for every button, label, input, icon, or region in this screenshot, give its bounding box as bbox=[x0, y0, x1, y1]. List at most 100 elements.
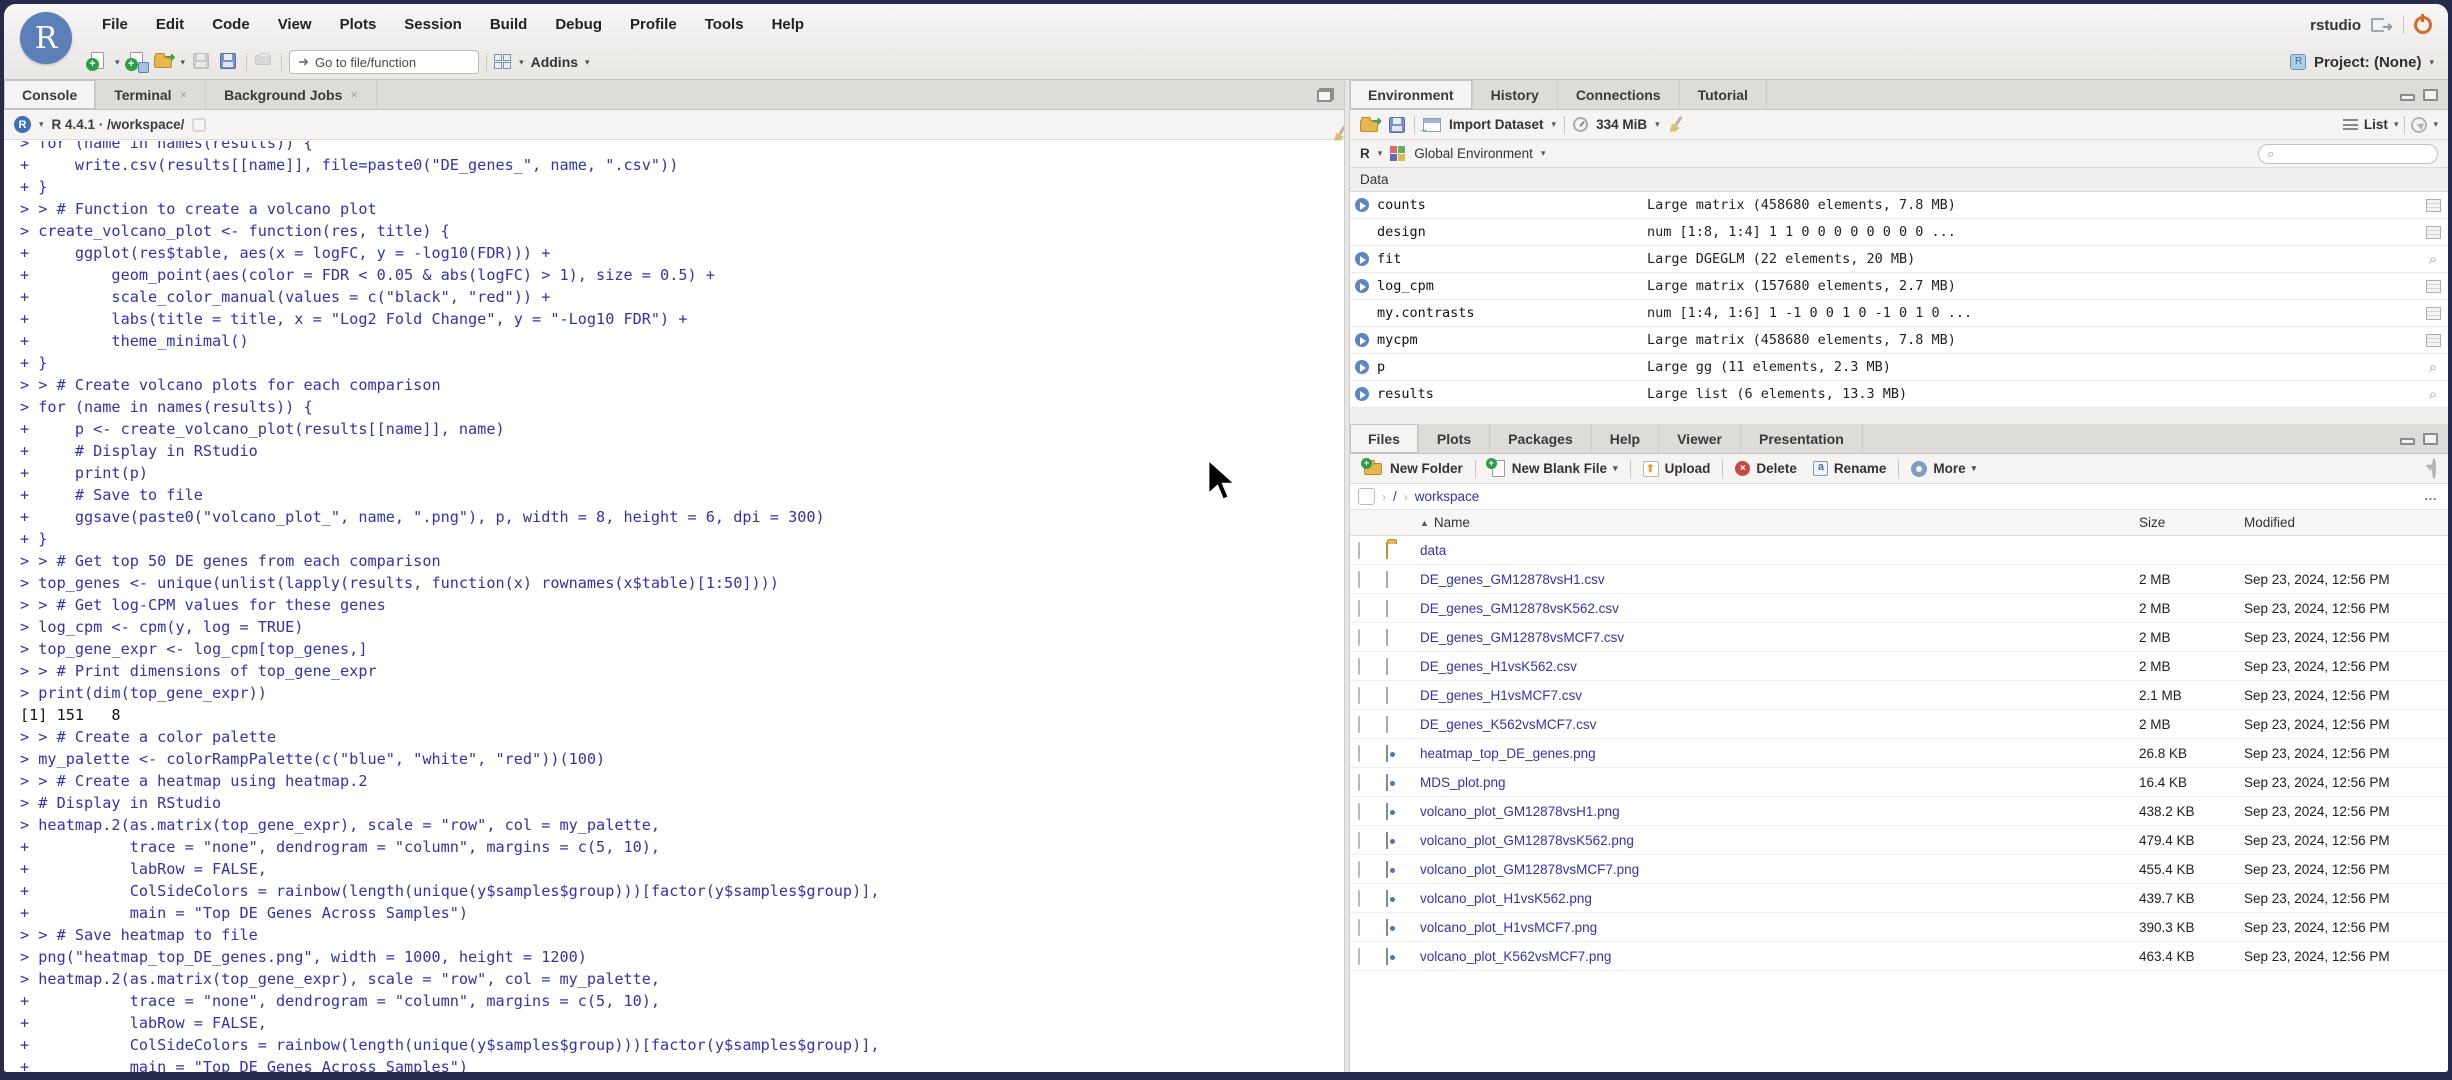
file-row[interactable]: DE_genes_K562vsMCF7.csv 2 MB Sep 23, 202… bbox=[1350, 710, 2448, 739]
file-name-link[interactable]: heatmap_top_DE_genes.png bbox=[1420, 746, 2139, 761]
view-table-icon[interactable] bbox=[2425, 225, 2441, 239]
file-checkbox[interactable] bbox=[1358, 802, 1360, 820]
environment-object-row[interactable]: log_cpm Large matrix (157680 elements, 2… bbox=[1350, 273, 2448, 300]
console-tab[interactable]: Background Jobs × bbox=[206, 80, 377, 109]
rename-button[interactable]: Rename bbox=[1809, 461, 1891, 476]
file-row[interactable]: DE_genes_H1vsMCF7.csv 2.1 MB Sep 23, 202… bbox=[1350, 681, 2448, 710]
files-tab[interactable]: Presentation bbox=[1741, 424, 1863, 453]
menu-item[interactable]: Code bbox=[198, 6, 264, 44]
tab-close-icon[interactable]: × bbox=[350, 87, 358, 102]
pane-layout-icon[interactable] bbox=[494, 54, 512, 70]
refresh-caret-icon[interactable]: ▾ bbox=[2433, 119, 2438, 130]
menu-item[interactable]: Help bbox=[758, 6, 819, 44]
console-tab[interactable]: Terminal × bbox=[96, 80, 207, 109]
refresh-files-icon[interactable] bbox=[2432, 457, 2436, 479]
file-checkbox[interactable] bbox=[1358, 889, 1360, 907]
file-checkbox[interactable] bbox=[1358, 628, 1360, 646]
import-dataset-button[interactable]: Import Dataset bbox=[1449, 117, 1544, 132]
menu-item[interactable]: Tools bbox=[691, 6, 758, 44]
new-project-icon[interactable]: + bbox=[124, 52, 149, 73]
menu-item[interactable]: Edit bbox=[142, 6, 198, 44]
more-button[interactable]: More ▾ bbox=[1907, 460, 1980, 477]
breadcrumb-root[interactable]: / bbox=[1393, 489, 1397, 504]
session-suspend-icon[interactable] bbox=[192, 117, 207, 132]
open-file-icon[interactable]: ➜ bbox=[153, 50, 176, 72]
file-name-link[interactable]: volcano_plot_GM12878vsMCF7.png bbox=[1420, 862, 2139, 877]
environment-tab[interactable]: Environment bbox=[1350, 80, 1473, 109]
print-icon[interactable] bbox=[254, 52, 274, 72]
save-icon[interactable] bbox=[192, 52, 212, 72]
r-logo-icon[interactable]: R bbox=[14, 116, 31, 133]
clear-environment-icon[interactable] bbox=[1668, 116, 1686, 134]
menu-item[interactable]: Build bbox=[476, 6, 542, 44]
pane-layout-caret-icon[interactable]: ▾ bbox=[519, 57, 524, 68]
view-mode-caret-icon[interactable]: ▾ bbox=[2394, 119, 2399, 130]
maximize-pane-icon[interactable] bbox=[2423, 89, 2438, 101]
file-name-link[interactable]: DE_genes_GM12878vsH1.csv bbox=[1420, 572, 2139, 587]
maximize-pane-icon[interactable] bbox=[1317, 88, 1334, 102]
view-table-icon[interactable] bbox=[2425, 198, 2441, 212]
file-name-link[interactable]: volcano_plot_H1vsK562.png bbox=[1420, 891, 2139, 906]
environment-object-row[interactable]: results Large list (6 elements, 13.3 MB)… bbox=[1350, 381, 2448, 408]
environment-caret-icon[interactable]: ▾ bbox=[1541, 148, 1546, 159]
file-checkbox[interactable] bbox=[1358, 570, 1360, 588]
environment-search-input[interactable] bbox=[2279, 147, 2410, 161]
save-workspace-icon[interactable] bbox=[1388, 116, 1406, 134]
inspect-object-icon[interactable]: ⌕ bbox=[2429, 387, 2437, 402]
expand-arrow-icon[interactable] bbox=[1355, 333, 1369, 347]
new-file-caret-icon[interactable]: ▾ bbox=[115, 57, 120, 68]
file-row[interactable]: heatmap_top_DE_genes.png 26.8 KB Sep 23,… bbox=[1350, 739, 2448, 768]
files-tab[interactable]: Help bbox=[1592, 424, 1660, 453]
r-version-caret-icon[interactable]: ▾ bbox=[39, 119, 44, 130]
path-ellipsis-button[interactable]: … bbox=[2424, 488, 2438, 503]
environment-tab[interactable]: Connections bbox=[1558, 80, 1680, 109]
environment-object-row[interactable]: fit Large DGEGLM (22 elements, 20 MB) ⌕ bbox=[1350, 246, 2448, 273]
modified-column-header[interactable]: Modified bbox=[2244, 515, 2448, 530]
file-row[interactable]: DE_genes_GM12878vsMCF7.csv 2 MB Sep 23, … bbox=[1350, 623, 2448, 652]
file-row[interactable]: MDS_plot.png 16.4 KB Sep 23, 2024, 12:56… bbox=[1350, 768, 2448, 797]
goto-file-input[interactable] bbox=[314, 54, 455, 70]
file-row[interactable]: volcano_plot_H1vsMCF7.png 390.3 KB Sep 2… bbox=[1350, 913, 2448, 942]
file-row[interactable]: volcano_plot_GM12878vsH1.png 438.2 KB Se… bbox=[1350, 797, 2448, 826]
minimize-pane-icon[interactable] bbox=[2400, 438, 2415, 445]
view-table-icon[interactable] bbox=[2425, 333, 2441, 347]
file-row[interactable]: volcano_plot_K562vsMCF7.png 463.4 KB Sep… bbox=[1350, 942, 2448, 971]
addins-caret-icon[interactable]: ▾ bbox=[585, 57, 590, 68]
environment-tab[interactable]: Tutorial bbox=[1680, 80, 1767, 109]
file-checkbox[interactable] bbox=[1358, 947, 1360, 965]
new-file-icon[interactable]: + bbox=[86, 52, 108, 72]
environment-object-row[interactable]: mycpm Large matrix (458680 elements, 7.8… bbox=[1350, 327, 2448, 354]
file-row[interactable]: volcano_plot_GM12878vsK562.png 479.4 KB … bbox=[1350, 826, 2448, 855]
addins-button[interactable]: Addins bbox=[531, 54, 578, 70]
import-dataset-caret-icon[interactable]: ▾ bbox=[1552, 119, 1557, 130]
goto-file-box[interactable]: ➜ bbox=[289, 50, 480, 74]
expand-arrow-icon[interactable] bbox=[1355, 387, 1369, 401]
file-checkbox[interactable] bbox=[1358, 860, 1360, 878]
file-checkbox[interactable] bbox=[1358, 918, 1360, 936]
menu-item[interactable]: Session bbox=[390, 6, 476, 44]
menu-item[interactable]: Debug bbox=[541, 6, 616, 44]
menu-item[interactable]: View bbox=[264, 6, 326, 44]
files-tab[interactable]: Plots bbox=[1419, 424, 1491, 453]
open-recent-caret-icon[interactable]: ▾ bbox=[181, 57, 186, 68]
files-tab[interactable]: Files bbox=[1350, 424, 1419, 453]
project-selector[interactable]: Project: (None) ▾ bbox=[2289, 48, 2434, 76]
environment-object-row[interactable]: my.contrasts num [1:4, 1:6] 1 -1 0 0 1 0… bbox=[1350, 300, 2448, 327]
file-row[interactable]: DE_genes_GM12878vsK562.csv 2 MB Sep 23, … bbox=[1350, 594, 2448, 623]
files-tab[interactable]: Viewer bbox=[1659, 424, 1741, 453]
file-name-link[interactable]: MDS_plot.png bbox=[1420, 775, 2139, 790]
language-caret-icon[interactable]: ▾ bbox=[1378, 148, 1383, 159]
file-checkbox[interactable] bbox=[1358, 599, 1360, 617]
inspect-object-icon[interactable]: ⌕ bbox=[2429, 360, 2437, 375]
upload-button[interactable]: Upload bbox=[1639, 460, 1715, 477]
sign-out-icon[interactable]: ➜ bbox=[2371, 17, 2393, 34]
refresh-environment-icon[interactable] bbox=[2411, 116, 2428, 133]
select-all-checkbox[interactable] bbox=[1358, 488, 1375, 505]
file-checkbox[interactable] bbox=[1358, 744, 1360, 762]
view-table-icon[interactable] bbox=[2425, 306, 2441, 320]
console-output[interactable]: > for (name in names(results)) {+ write.… bbox=[4, 141, 1344, 1072]
delete-button[interactable]: × Delete bbox=[1731, 461, 1801, 476]
environment-selector[interactable]: Global Environment bbox=[1414, 146, 1533, 161]
menu-item[interactable]: File bbox=[88, 6, 142, 44]
menu-item[interactable]: Profile bbox=[616, 6, 691, 44]
